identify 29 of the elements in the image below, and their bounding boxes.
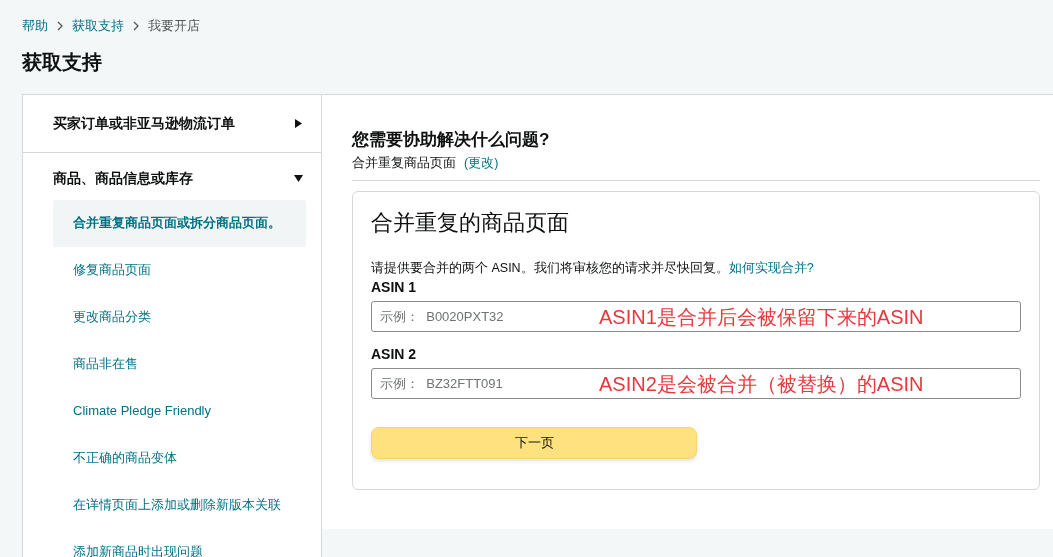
sidebar-item[interactable]: 商品非在售 xyxy=(53,341,306,388)
breadcrumb-current: 我要开店 xyxy=(148,17,200,35)
selected-topic: 合并重复商品页面 xyxy=(352,156,456,170)
breadcrumb-link[interactable]: 获取支持 xyxy=(72,17,124,35)
annotation-text: ASIN2是会被合并（被替换）的ASIN xyxy=(599,372,924,397)
sidebar-item[interactable]: 不正确的商品变体 xyxy=(53,435,306,482)
next-page-button[interactable]: 下一页 xyxy=(371,427,697,459)
question-heading: 您需要协助解决什么问题? xyxy=(352,129,551,151)
field-label: ASIN 1 xyxy=(371,279,418,295)
chevron-right-icon xyxy=(56,21,64,31)
triangle-right-icon xyxy=(294,119,303,128)
sidebar-item[interactable]: Climate Pledge Friendly xyxy=(53,388,306,435)
sidebar-item[interactable]: 更改商品分类 xyxy=(53,294,306,341)
annotation-text: ASIN1是合并后会被保留下来的ASIN xyxy=(599,305,924,330)
sidebar-item[interactable]: 添加新商品时出现问题 xyxy=(53,529,306,557)
category-header[interactable]: 商品、商品信息或库存 xyxy=(23,153,321,200)
sidebar-item[interactable]: 合并重复商品页面或拆分商品页面。 xyxy=(53,200,306,247)
field-label: ASIN 2 xyxy=(371,346,418,362)
category-header[interactable]: 买家订单或非亚马逊物流订单 xyxy=(23,95,321,152)
change-link[interactable]: (更改) xyxy=(464,156,499,170)
breadcrumb-link[interactable]: 帮助 xyxy=(22,17,48,35)
page-title: 获取支持 xyxy=(22,50,103,75)
sidebar-item[interactable]: 修复商品页面 xyxy=(53,247,306,294)
form-title: 合并重复的商品页面 xyxy=(371,209,570,237)
chevron-right-icon xyxy=(132,21,140,31)
triangle-down-icon xyxy=(294,174,303,183)
sidebar-item[interactable]: 在详情页面上添加或删除新版本关联 xyxy=(53,482,306,529)
form-description: 请提供要合并的两个 ASIN。我们将审核您的请求并尽快回复。如何实现合并? xyxy=(371,260,815,277)
help-link[interactable]: 如何实现合并? xyxy=(728,261,814,275)
